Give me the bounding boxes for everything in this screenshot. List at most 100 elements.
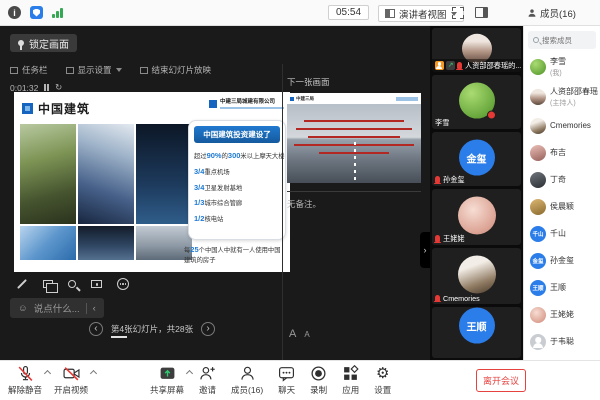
next-slide-button[interactable]: › bbox=[201, 322, 215, 336]
video-options-chevron[interactable] bbox=[90, 370, 97, 377]
gear-icon: ⚙ bbox=[376, 365, 389, 382]
participant-name: 孙金玺 bbox=[443, 175, 465, 185]
video-tile[interactable]: 王姥姥 bbox=[432, 189, 521, 245]
start-video-button[interactable]: 开启视频 bbox=[54, 365, 88, 396]
next-slide-header: 中建三局 bbox=[287, 93, 421, 104]
member-row[interactable]: 侯晨颖 bbox=[524, 193, 600, 220]
expand-panel-tab[interactable]: › bbox=[420, 232, 430, 268]
member-role: (主持人) bbox=[550, 98, 598, 108]
annotation-toolbar bbox=[16, 278, 129, 290]
muted-mic-icon bbox=[457, 62, 462, 69]
avatar bbox=[530, 118, 546, 134]
stats-banner: 中国建筑投资建设了 bbox=[194, 126, 280, 143]
panel-divider bbox=[282, 64, 283, 360]
security-shield-icon[interactable] bbox=[30, 6, 43, 19]
more-options-icon[interactable] bbox=[117, 278, 129, 290]
tile-label: ↗ 人资部邵春瑶的... bbox=[432, 59, 521, 72]
shared-screen-stage: 锁定画面 任务栏 显示设置 结束幻灯片放映 0:01:32 ↻ 中国建筑 中建三… bbox=[0, 26, 430, 360]
all-slides-icon[interactable] bbox=[43, 280, 53, 288]
taskbar-button[interactable]: 任务栏 bbox=[10, 64, 48, 76]
member-row[interactable]: 人资部邵春瑶(主持人) bbox=[524, 82, 600, 112]
zoom-slide-icon[interactable] bbox=[68, 280, 76, 288]
avatar: 千山 bbox=[530, 226, 546, 242]
photo-city-night bbox=[78, 226, 134, 260]
current-slide: 中国建筑 中建三局城建有限公司 中国建筑投资建设了 超过9 bbox=[14, 92, 290, 272]
end-slideshow-button[interactable]: 结束幻灯片放映 bbox=[140, 64, 212, 76]
member-name: 千山 bbox=[550, 228, 566, 239]
next-slide-panel: 下一张画面 中建三局 无备注。 bbox=[287, 76, 421, 210]
members-panel-header[interactable]: 成员(16) bbox=[527, 6, 576, 20]
members-header-label: 成员(16) bbox=[540, 6, 576, 20]
member-row[interactable]: 千山 千山 bbox=[524, 220, 600, 247]
road-center-line bbox=[354, 142, 356, 183]
panel-toggle-button[interactable] bbox=[475, 7, 488, 18]
tile-label: 王姥姥 bbox=[432, 232, 521, 245]
collapse-chat-icon[interactable]: ‹ bbox=[93, 303, 96, 314]
quick-chat-input[interactable]: ☺ 说点什么... ‹ bbox=[10, 298, 104, 318]
titlebar-status-icons: i bbox=[8, 6, 63, 19]
participant-name: 李雪 bbox=[435, 118, 449, 128]
member-row[interactable]: 王顺 王顺 bbox=[524, 274, 600, 301]
member-search-box[interactable] bbox=[528, 31, 596, 49]
share-screen-button[interactable]: 共享屏幕 bbox=[150, 365, 184, 396]
member-row[interactable]: 布吉 bbox=[524, 139, 600, 166]
invite-person-icon bbox=[199, 365, 216, 382]
chat-bubble-icon bbox=[278, 365, 295, 382]
fullscreen-button[interactable] bbox=[452, 7, 464, 19]
display-settings-button[interactable]: 显示设置 bbox=[66, 64, 122, 76]
member-row[interactable]: Cmemories bbox=[524, 112, 600, 139]
unmute-button[interactable]: 解除静音 bbox=[8, 365, 42, 396]
muted-mic-icon bbox=[17, 365, 34, 382]
leave-meeting-button[interactable]: 离开会议 bbox=[476, 369, 526, 392]
video-tile[interactable]: 王顺 bbox=[432, 307, 521, 358]
next-slide-brand: 中建三局 bbox=[296, 96, 314, 102]
settings-button[interactable]: ⚙ 设置 bbox=[374, 365, 391, 396]
pin-view-button[interactable]: 锁定画面 bbox=[10, 34, 77, 52]
font-decrease-button[interactable]: A bbox=[304, 330, 309, 339]
camera-off-icon bbox=[63, 365, 80, 382]
member-name: 李雪 bbox=[550, 56, 566, 67]
pen-tool-icon[interactable] bbox=[17, 279, 27, 289]
previous-slide-button[interactable]: ‹ bbox=[89, 322, 103, 336]
slide-counter: 第4张幻灯片，共28张 bbox=[111, 323, 193, 335]
search-input[interactable] bbox=[542, 36, 591, 45]
video-tile-host[interactable]: ↗ 人资部邵春瑶的... bbox=[432, 28, 521, 72]
host-badge-icon bbox=[435, 61, 444, 70]
member-row[interactable]: 李雪(我) bbox=[524, 52, 600, 82]
display-icon bbox=[66, 67, 74, 74]
slide-photo-grid bbox=[20, 124, 192, 260]
member-row[interactable]: 王姥姥 bbox=[524, 301, 600, 328]
apps-grid-icon bbox=[342, 365, 359, 382]
member-row[interactable]: 金玺 孙金玺 bbox=[524, 247, 600, 274]
member-name: Cmemories bbox=[550, 121, 591, 130]
avatar bbox=[458, 196, 496, 234]
pause-icon[interactable] bbox=[44, 84, 49, 91]
emoji-icon[interactable]: ☺ bbox=[18, 303, 28, 314]
apps-button[interactable]: 应用 bbox=[342, 365, 359, 396]
member-row[interactable]: 丁奇 bbox=[524, 166, 600, 193]
next-slide-road-image bbox=[287, 104, 421, 183]
font-increase-button[interactable]: A bbox=[289, 328, 296, 340]
black-screen-icon[interactable] bbox=[91, 280, 102, 288]
photo-skyscraper bbox=[78, 124, 134, 224]
members-button[interactable]: 成员(16) bbox=[231, 365, 263, 396]
chat-button[interactable]: 聊天 bbox=[278, 365, 295, 396]
record-icon bbox=[310, 365, 327, 382]
record-button[interactable]: 录制 bbox=[310, 365, 327, 396]
view-mode-button[interactable]: 演讲者视图 bbox=[378, 5, 464, 22]
meeting-info-icon[interactable]: i bbox=[8, 6, 21, 19]
meeting-window: i 05:54 演讲者视图 成员(16) 锁定画面 任务栏 显示设置 结束幻灯片… bbox=[0, 0, 600, 400]
video-tile[interactable]: 金玺 孙金玺 bbox=[432, 132, 521, 186]
video-tile[interactable]: 李雪 bbox=[432, 75, 521, 129]
member-row[interactable]: 于韦聪 bbox=[524, 328, 600, 355]
share-options-chevron[interactable] bbox=[186, 370, 193, 377]
video-tile[interactable]: Cmemories bbox=[432, 248, 521, 304]
member-name: 孙金玺 bbox=[550, 255, 574, 266]
company-subtitle-line bbox=[220, 107, 284, 109]
avatar: 王顺 bbox=[459, 308, 495, 344]
mic-options-chevron[interactable] bbox=[44, 370, 51, 377]
photo-tower-night bbox=[136, 124, 192, 224]
next-slide-thumbnail[interactable]: 中建三局 bbox=[287, 93, 421, 183]
member-name: 丁奇 bbox=[550, 174, 566, 185]
invite-button[interactable]: 邀请 bbox=[199, 365, 216, 396]
